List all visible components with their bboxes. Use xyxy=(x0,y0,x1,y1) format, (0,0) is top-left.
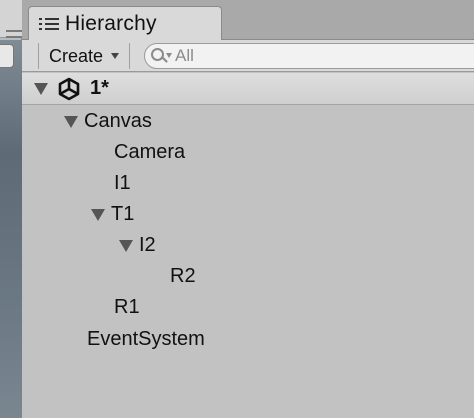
tree-item-label: Canvas xyxy=(84,110,152,132)
tree-item-i2[interactable]: I2 xyxy=(119,230,156,261)
scene-header-row[interactable]: 1* xyxy=(22,73,474,105)
tree-item-label: R2 xyxy=(170,265,196,287)
expand-arrow-icon[interactable] xyxy=(64,115,78,128)
tree-item-label: EventSystem xyxy=(87,328,205,350)
tree-item-label: Camera xyxy=(114,141,186,163)
expand-arrow-icon[interactable] xyxy=(34,82,48,95)
dropdown-caret-icon xyxy=(111,53,120,59)
expand-arrow-icon[interactable] xyxy=(119,239,133,252)
tree-item-label: I1 xyxy=(114,172,131,194)
tree-item-canvas[interactable]: Canvas xyxy=(64,106,152,137)
tree-item-label: R1 xyxy=(114,296,140,318)
search-filter-icon[interactable] xyxy=(151,47,173,65)
adjacent-panel-edge xyxy=(0,0,22,418)
tree-item-r1[interactable]: R1 xyxy=(114,292,140,323)
tree-item-r2[interactable]: R2 xyxy=(170,261,196,292)
tab-title: Hierarchy xyxy=(65,12,157,35)
tree-item-camera[interactable]: Camera xyxy=(114,137,185,168)
expand-arrow-icon[interactable] xyxy=(91,208,105,221)
tree-item-t1[interactable]: T1 xyxy=(91,199,134,230)
tree-item-i1[interactable]: I1 xyxy=(114,168,131,199)
create-button-label: Create xyxy=(49,45,104,66)
hierarchy-toolbar: Create xyxy=(22,40,474,72)
list-icon xyxy=(39,17,63,31)
adjacent-scene-view xyxy=(0,40,22,418)
search-input[interactable] xyxy=(175,46,455,66)
tree-item-label: T1 xyxy=(111,203,135,225)
adjacent-panel-control[interactable] xyxy=(0,44,14,68)
tab-hierarchy[interactable]: Hierarchy xyxy=(28,6,222,41)
unity-logo-icon xyxy=(58,77,80,100)
create-button[interactable]: Create xyxy=(38,43,130,69)
tree-item-eventsystem[interactable]: EventSystem xyxy=(87,324,205,355)
tree-item-label: I2 xyxy=(139,234,156,256)
panel-menu-icon[interactable] xyxy=(6,30,22,38)
tab-bar: Hierarchy xyxy=(22,0,474,41)
scene-name: 1* xyxy=(90,77,109,99)
search-field[interactable] xyxy=(144,43,474,69)
